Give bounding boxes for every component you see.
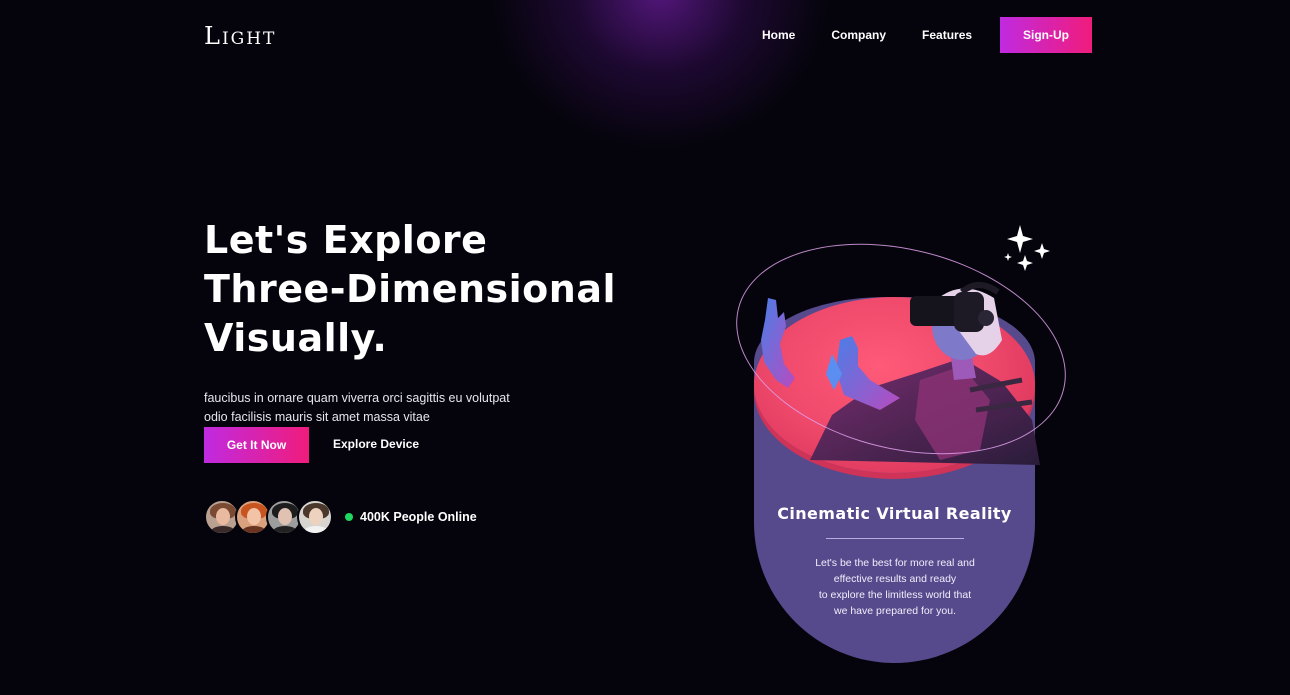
- online-status: 400K People Online: [345, 510, 477, 524]
- logo[interactable]: Light: [204, 22, 276, 50]
- card-divider: [826, 538, 964, 539]
- explore-device-link[interactable]: Explore Device: [333, 437, 419, 451]
- nav-features[interactable]: Features: [922, 28, 972, 42]
- top-glow: [490, 0, 830, 150]
- hero-title: Let's Explore Three-Dimensional Visually…: [204, 216, 644, 363]
- card-text-line: we have prepared for you.: [834, 605, 956, 617]
- hero-description: faucibus in ornare quam viverra orci sag…: [204, 389, 534, 427]
- nav-home[interactable]: Home: [762, 28, 795, 42]
- landing-page: Light Home Company Features Sign-Up Let'…: [0, 0, 1290, 695]
- card-text-line: Let's be the best for more real and: [815, 557, 975, 569]
- online-dot-icon: [345, 513, 353, 521]
- card-text-line: effective results and ready: [833, 573, 957, 585]
- avatar: [297, 499, 333, 535]
- online-avatars: [204, 499, 334, 535]
- card-description: Let's be the best for more real and effe…: [770, 555, 1020, 619]
- hero-description-line: faucibus in ornare quam viverra orci sag…: [204, 391, 510, 405]
- signup-button[interactable]: Sign-Up: [1000, 17, 1092, 53]
- hero-title-line: Visually.: [204, 316, 388, 360]
- hero-title-line: Three-Dimensional: [204, 267, 616, 311]
- get-it-now-button[interactable]: Get It Now: [204, 427, 309, 463]
- hero-description-line: odio facilisis mauris sit amet massa vit…: [204, 410, 430, 424]
- nav-company[interactable]: Company: [831, 28, 886, 42]
- sparkle-icon: [1004, 225, 1050, 271]
- hero-title-line: Let's Explore: [204, 218, 488, 262]
- online-count: 400K People Online: [360, 510, 477, 524]
- card-title: Cinematic Virtual Reality: [777, 504, 1012, 523]
- card-text-line: to explore the limitless world that: [818, 589, 972, 601]
- main-nav: Home Company Features: [762, 28, 972, 42]
